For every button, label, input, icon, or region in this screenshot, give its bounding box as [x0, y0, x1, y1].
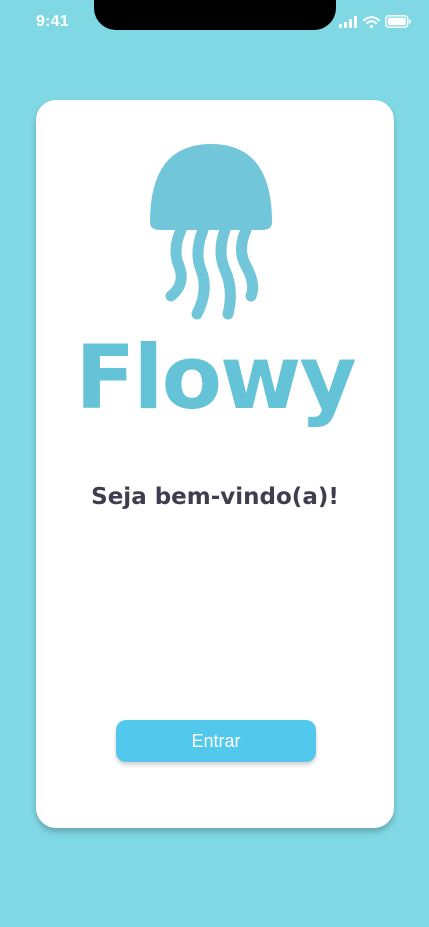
battery-icon	[385, 15, 411, 28]
status-icons	[339, 15, 411, 28]
status-bar: 9:41	[0, 0, 429, 48]
jellyfish-icon	[150, 144, 272, 320]
enter-button[interactable]: Entrar	[116, 720, 316, 762]
device-notch	[94, 0, 336, 30]
welcome-card: Flowy Seja bem-vindo(a)! Entrar	[36, 100, 394, 828]
status-time: 9:41	[36, 13, 69, 30]
signal-icon	[339, 15, 357, 28]
wifi-icon	[363, 15, 380, 28]
brand-name: Flowy	[75, 326, 356, 429]
welcome-message: Seja bem-vindo(a)!	[91, 484, 339, 510]
